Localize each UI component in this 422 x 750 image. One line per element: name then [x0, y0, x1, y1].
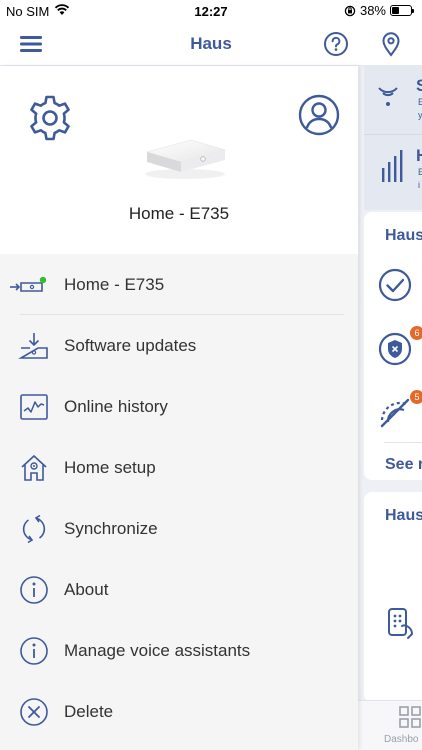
menu-item-about[interactable]: About	[0, 559, 358, 620]
help-icon[interactable]	[322, 30, 350, 58]
info-icon	[20, 575, 48, 604]
signal-icon	[378, 87, 398, 106]
card-title-partial: S	[416, 76, 422, 95]
menu-label: Online history	[64, 396, 168, 416]
menu-item-synchronize[interactable]: Synchronize	[0, 498, 358, 559]
keypad-icon	[388, 608, 414, 639]
top-nav-bar: Haus	[0, 22, 422, 66]
menu-label: Software updates	[64, 335, 197, 355]
orientation-lock-icon	[344, 5, 356, 16]
gateway-device-image	[145, 139, 227, 179]
see-more-link[interactable]: See r	[385, 456, 422, 474]
drawer-header: Home - E735	[0, 66, 358, 254]
status-card[interactable]: S E y H E i	[364, 66, 422, 210]
card-sub-partial-2: E i	[418, 167, 422, 190]
device-name: Home - E735	[128, 204, 230, 223]
settings-gear-icon[interactable]	[26, 94, 74, 142]
security-card-title: Haus	[385, 227, 422, 244]
location-pin-icon[interactable]	[377, 30, 405, 58]
drawer-menu: Home - E735 Software updates Online hist…	[0, 254, 358, 742]
download-update-icon	[18, 332, 48, 359]
battery-percent: 38%	[359, 3, 386, 18]
devices-card[interactable]: Haus	[364, 492, 422, 702]
sync-icon	[22, 514, 46, 543]
chart-history-icon	[20, 393, 48, 420]
delete-circle-icon	[20, 697, 48, 726]
menu-item-delete[interactable]: Delete	[0, 681, 358, 742]
user-profile-icon[interactable]	[298, 94, 340, 136]
check-circle-icon	[378, 268, 412, 302]
dashboard-tab-icon[interactable]	[398, 705, 422, 729]
info-icon	[20, 636, 48, 665]
menu-item-online-history[interactable]: Online history	[0, 376, 358, 437]
card-title-partial-2: H	[416, 146, 422, 166]
alert-badge-2: 5	[410, 390, 422, 404]
menu-label: Home - E735	[64, 274, 165, 294]
status-bar: No SIM 12:27 38%	[0, 0, 422, 22]
security-card[interactable]: Haus 6 5 See r	[364, 212, 422, 480]
tab-bar: Dashbo	[358, 700, 422, 750]
menu-label: Home setup	[64, 457, 156, 477]
battery-icon	[390, 5, 414, 16]
home-setup-icon	[21, 454, 47, 481]
gateway-connected-icon	[10, 276, 46, 292]
menu-item-device[interactable]: Home - E735	[0, 254, 358, 315]
menu-item-home-setup[interactable]: Home setup	[0, 437, 358, 498]
devices-card-title: Haus	[385, 507, 422, 524]
menu-item-software-updates[interactable]: Software updates	[0, 315, 358, 376]
shield-alert-icon	[378, 332, 412, 366]
menu-label: Synchronize	[64, 518, 158, 538]
card-sub-partial: E y	[418, 97, 422, 120]
side-drawer: Home - E735 Home - E735 Software updates	[0, 66, 358, 750]
sensor-off-icon	[380, 398, 410, 428]
dashboard-tab-label[interactable]: Dashbo	[384, 734, 418, 745]
alert-badge: 6	[410, 326, 422, 340]
bars-icon	[382, 150, 403, 182]
page-title: Haus	[190, 34, 232, 53]
dashboard-background: S E y H E i Haus 6 5 See r	[358, 66, 422, 750]
menu-item-voice-assistants[interactable]: Manage voice assistants	[0, 620, 358, 681]
menu-label: Manage voice assistants	[64, 640, 251, 660]
menu-label: About	[64, 579, 109, 599]
menu-label: Delete	[64, 701, 114, 721]
